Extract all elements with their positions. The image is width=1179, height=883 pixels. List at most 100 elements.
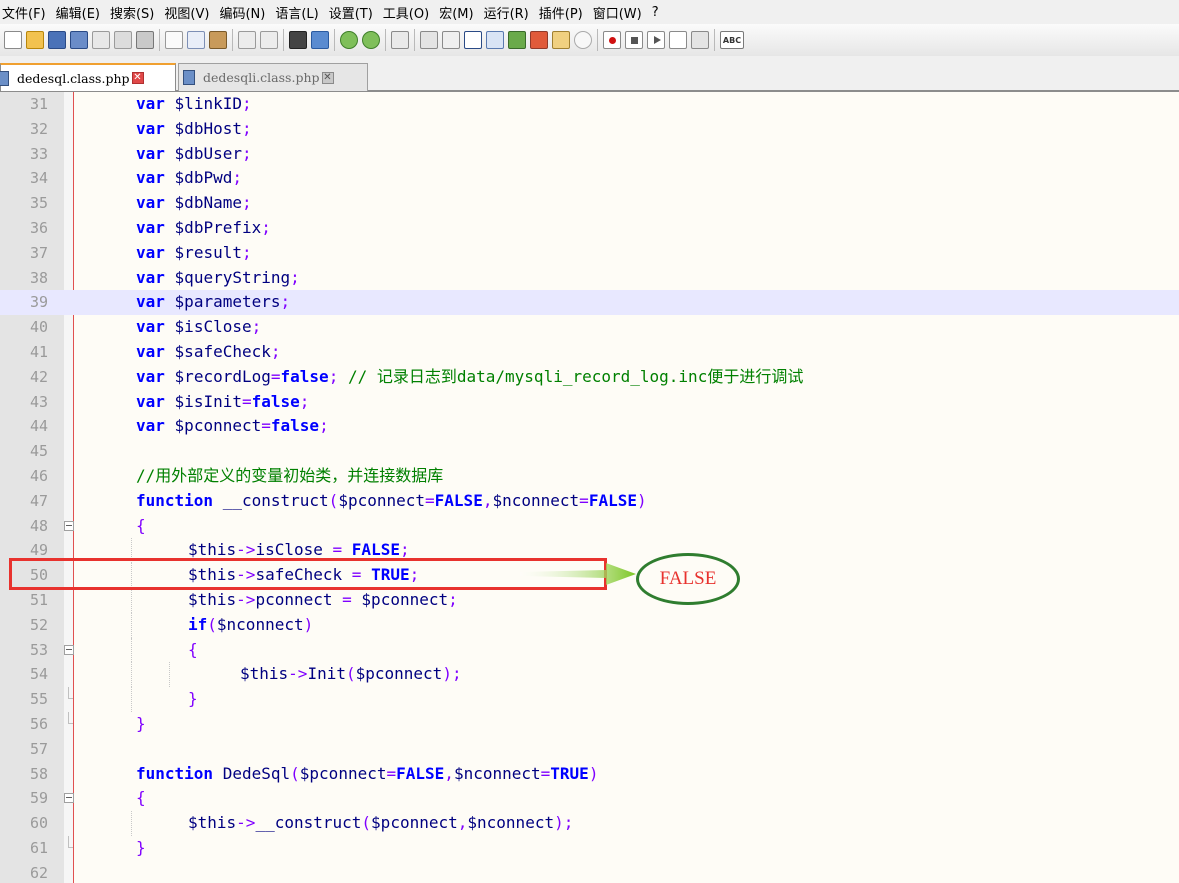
code-line[interactable]: 56}	[0, 711, 1179, 737]
tab-close-icon[interactable]: ✕	[321, 71, 334, 84]
tab-close-icon[interactable]: ✕	[131, 72, 144, 84]
menu-item[interactable]: 窗口(W)	[593, 3, 652, 22]
show-all-chars-icon[interactable]	[442, 31, 460, 49]
indent-guide	[130, 637, 132, 663]
fold-collapse-icon[interactable]	[64, 644, 74, 655]
file-saved-icon	[183, 70, 195, 85]
menu-item[interactable]: 文件(F)	[0, 3, 56, 22]
menu-item[interactable]: 语言(L)	[275, 3, 328, 22]
print-icon[interactable]	[136, 31, 154, 49]
cut-icon[interactable]	[165, 31, 183, 49]
indent-guide	[130, 662, 132, 688]
play-macro-icon[interactable]	[647, 31, 665, 49]
code-line[interactable]: 60 $this->__construct($pconnect,$nconnect…	[0, 811, 1179, 836]
code-line[interactable]: 33 var $dbUser;	[0, 142, 1179, 167]
code-text: var $result;	[136, 242, 252, 262]
code-line[interactable]: 44 var $pconnect=false;	[0, 414, 1179, 439]
redo-icon[interactable]	[260, 31, 278, 49]
menu-item[interactable]: ?	[652, 5, 669, 20]
word-wrap-icon[interactable]	[420, 31, 438, 49]
code-line[interactable]: 43 var $isInit=false;	[0, 390, 1179, 415]
code-line[interactable]: 32 var $dbHost;	[0, 117, 1179, 142]
code-line[interactable]: 52 if($nconnect)	[0, 612, 1179, 638]
code-line[interactable]: 57	[0, 737, 1179, 762]
paste-icon[interactable]	[209, 31, 227, 49]
code-line[interactable]: 42 var $recordLog=false; // 记录日志到data/mys…	[0, 365, 1179, 390]
new-file-icon[interactable]	[4, 31, 22, 49]
indent-guide	[130, 687, 132, 712]
line-number: 37	[29, 243, 48, 262]
fold-collapse-icon[interactable]	[64, 793, 74, 804]
toolbar-separator	[232, 29, 233, 51]
annotation-label: FALSE	[659, 568, 717, 589]
line-number: 54	[29, 665, 48, 684]
function-list-icon[interactable]	[530, 31, 548, 49]
code-line[interactable]: 31 var $linkID;	[0, 92, 1179, 117]
save-all-icon[interactable]	[70, 31, 88, 49]
code-line[interactable]: 51 $this->pconnect = $pconnect;	[0, 587, 1179, 613]
code-text: var $safeCheck;	[136, 341, 281, 361]
menu-item[interactable]: 视图(V)	[164, 3, 219, 22]
code-line[interactable]: 36 var $dbPrefix;	[0, 216, 1179, 241]
line-number: 42	[29, 367, 48, 386]
menu-item[interactable]: 插件(P)	[539, 3, 593, 22]
code-text: $this->Init($pconnect);	[240, 664, 462, 684]
play-macro-multiple-icon[interactable]	[669, 31, 687, 49]
replace-icon[interactable]	[311, 31, 329, 49]
menu-item[interactable]: 运行(R)	[484, 3, 539, 22]
code-line[interactable]: 47 function __construct($pconnect=FALSE,$…	[0, 489, 1179, 514]
tab-label: dedesqli.class.php	[203, 70, 320, 85]
code-line[interactable]: 38 var $queryString;	[0, 266, 1179, 291]
code-line[interactable]: 58 function DedeSql($pconnect=FALSE,$ncon…	[0, 762, 1179, 787]
spell-check-icon[interactable]: ABC	[720, 31, 744, 49]
find-icon[interactable]	[289, 31, 307, 49]
user-language-icon[interactable]	[486, 31, 504, 49]
code-line[interactable]: 39 var $parameters;	[0, 290, 1179, 316]
code-line[interactable]: 41 var $safeCheck;	[0, 340, 1179, 365]
save-icon[interactable]	[48, 31, 66, 49]
code-line[interactable]: 54 $this->Init($pconnect);	[0, 662, 1179, 688]
monitoring-icon[interactable]	[574, 31, 592, 49]
code-line[interactable]: 53 {	[0, 637, 1179, 663]
code-line[interactable]: 62	[0, 861, 1179, 883]
folder-workspace-icon[interactable]	[552, 31, 570, 49]
tab-dedesql-class-php[interactable]: dedesql.class.php ✕	[0, 63, 176, 91]
menu-item[interactable]: 搜索(S)	[110, 3, 164, 22]
stop-macro-icon[interactable]	[625, 31, 643, 49]
copy-icon[interactable]	[187, 31, 205, 49]
zoom-out-icon[interactable]	[362, 31, 380, 49]
open-file-icon[interactable]	[26, 31, 44, 49]
save-macro-icon[interactable]	[691, 31, 709, 49]
code-line[interactable]: 46 //用外部定义的变量初始类，并连接数据库	[0, 464, 1179, 489]
fold-end-marker	[64, 711, 74, 729]
document-map-icon[interactable]	[508, 31, 526, 49]
menu-item[interactable]: 宏(M)	[439, 3, 483, 22]
menu-item[interactable]: 工具(O)	[383, 3, 439, 22]
code-line[interactable]: 37 var $result;	[0, 241, 1179, 266]
code-line[interactable]: 40 var $isClose;	[0, 315, 1179, 340]
code-line[interactable]: 59 {	[0, 786, 1179, 811]
code-editor[interactable]: 31 var $linkID; 32 var $dbHost; 33 var $dbUse…	[0, 92, 1179, 883]
record-macro-icon[interactable]	[603, 31, 621, 49]
fold-collapse-icon[interactable]	[64, 520, 74, 531]
code-line[interactable]: 61}	[0, 835, 1179, 861]
menu-item[interactable]: 设置(T)	[329, 3, 383, 22]
code-line[interactable]: 55}	[0, 687, 1179, 712]
menu-item[interactable]: 编辑(E)	[56, 3, 110, 22]
code-line[interactable]: 34 var $dbPwd;	[0, 166, 1179, 191]
tab-dedesqli-class-php[interactable]: dedesqli.class.php ✕	[178, 63, 368, 91]
indent-guide	[130, 587, 132, 613]
undo-icon[interactable]	[238, 31, 256, 49]
code-text: function __construct($pconnect=FALSE,$nc…	[136, 490, 647, 510]
code-line[interactable]: 45	[0, 439, 1179, 464]
line-number: 46	[29, 466, 48, 485]
sync-scroll-icon[interactable]	[391, 31, 409, 49]
zoom-in-icon[interactable]	[340, 31, 358, 49]
code-line[interactable]: 35 var $dbName;	[0, 191, 1179, 216]
indent-guide-icon[interactable]	[464, 31, 482, 49]
code-text: var $dbPwd;	[136, 168, 242, 188]
code-line[interactable]: 48 {	[0, 514, 1179, 539]
menu-item[interactable]: 编码(N)	[219, 3, 275, 22]
close-all-icon[interactable]	[114, 31, 132, 49]
close-icon[interactable]	[92, 31, 110, 49]
